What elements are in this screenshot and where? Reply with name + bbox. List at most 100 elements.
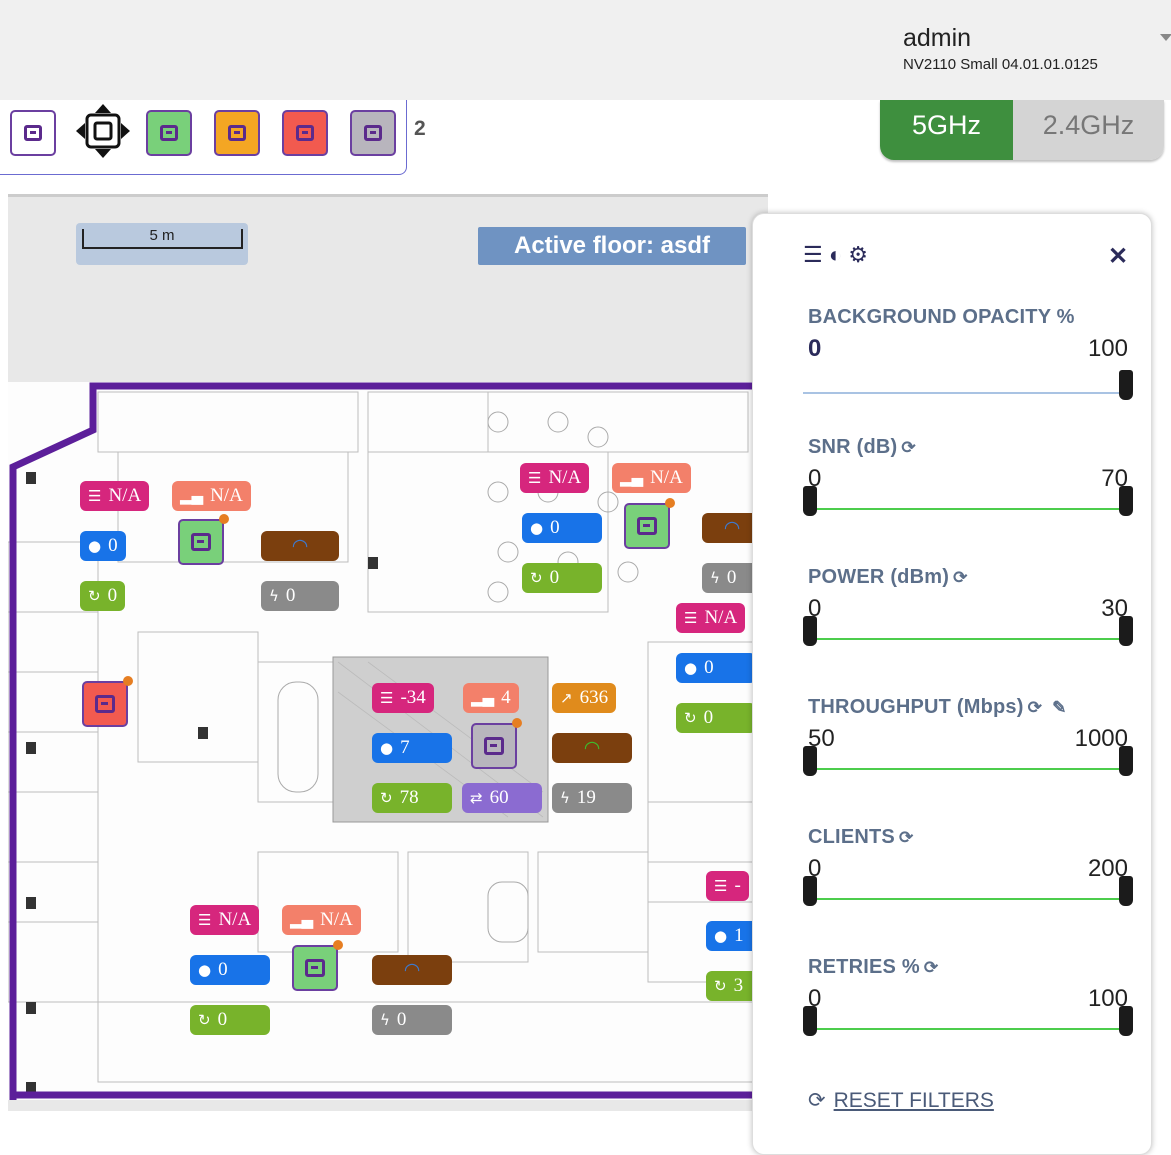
chevron-down-icon[interactable] bbox=[1160, 34, 1171, 41]
retries-badge[interactable]: ↻ 0 bbox=[190, 1005, 270, 1035]
signal-bars-icon: ▂▄ bbox=[471, 689, 495, 707]
filter-title: THROUGHPUT (Mbps) ⟳ ✎ bbox=[808, 696, 1067, 718]
filter-retries: RETRIES % ⟳ 0 100 bbox=[803, 956, 1133, 1036]
rss-icon: ☰ bbox=[528, 469, 542, 487]
refresh-icon[interactable]: ⟳ bbox=[953, 568, 967, 587]
radio-badge[interactable]: ϟ 19 bbox=[552, 783, 632, 813]
clients-badge[interactable]: ● 7 bbox=[372, 733, 452, 763]
slider-handle-max[interactable] bbox=[1119, 746, 1133, 776]
channel-badge[interactable]: ⇄ 60 bbox=[462, 783, 542, 813]
extreme-logo-icon bbox=[191, 533, 211, 551]
rss-icon: ☰ bbox=[88, 487, 102, 505]
slider-handle-max[interactable] bbox=[1119, 616, 1133, 646]
ap-swatch-grey[interactable] bbox=[350, 110, 396, 156]
slider-handle-max[interactable] bbox=[1119, 486, 1133, 516]
clients-badge[interactable]: ● 0 bbox=[522, 513, 602, 543]
power-badge[interactable]: ▂▄ 4 bbox=[463, 683, 519, 713]
ap-swatch-orange[interactable] bbox=[214, 110, 260, 156]
gear-icon[interactable]: ⚙ bbox=[848, 242, 868, 267]
access-point[interactable] bbox=[624, 498, 675, 549]
slider-track[interactable] bbox=[803, 876, 1133, 906]
slider-handle-min[interactable] bbox=[803, 616, 817, 646]
access-point[interactable] bbox=[471, 718, 522, 769]
snr-badge[interactable]: ☰ -34 bbox=[372, 683, 434, 713]
access-point[interactable] bbox=[292, 940, 343, 991]
list-icon[interactable]: ☰ bbox=[803, 242, 823, 267]
slider-track[interactable] bbox=[803, 1006, 1133, 1036]
retries-badge[interactable]: ↻ 0 bbox=[676, 703, 756, 733]
slider-track[interactable] bbox=[803, 486, 1133, 516]
slider-handle-min[interactable] bbox=[803, 746, 817, 776]
reset-filters-link[interactable]: RESET FILTERS bbox=[834, 1089, 994, 1112]
reset-filters[interactable]: ⟳ RESET FILTERS bbox=[808, 1088, 994, 1113]
power-badge[interactable]: ▂▄ N/A bbox=[282, 905, 361, 935]
floor-map[interactable]: 5 m Active floor: asdf ☰ N/A ▂▄ N/A ● 0 … bbox=[8, 194, 768, 1111]
slider-handle-min[interactable] bbox=[803, 876, 817, 906]
slider-track[interactable] bbox=[803, 370, 1133, 400]
refresh-icon[interactable]: ⟳ bbox=[901, 438, 915, 457]
ap-swatch-green[interactable] bbox=[146, 110, 192, 156]
lightning-icon: ϟ bbox=[269, 587, 279, 605]
extreme-logo-icon bbox=[95, 695, 115, 713]
snr-badge[interactable]: ☰ N/A bbox=[190, 905, 260, 935]
slider-track[interactable] bbox=[803, 616, 1133, 646]
retries-badge[interactable]: ↻ 0 bbox=[80, 581, 126, 611]
tab-2-4ghz[interactable]: 2.4GHz bbox=[1013, 100, 1164, 160]
user-name[interactable]: admin bbox=[903, 24, 971, 53]
wifi-badge[interactable]: ◠ bbox=[552, 733, 632, 763]
band-tabs: 5GHz 2.4GHz bbox=[880, 100, 1164, 160]
refresh-icon: ⟳ bbox=[808, 1089, 826, 1112]
wifi-badge[interactable]: ◠ bbox=[261, 531, 339, 561]
tab-5ghz[interactable]: 5GHz bbox=[880, 100, 1013, 160]
contrast-icon[interactable]: ◐ bbox=[829, 242, 842, 267]
lightning-icon: ϟ bbox=[560, 789, 570, 807]
filter-title: CLIENTS ⟳ bbox=[808, 826, 914, 848]
radio-badge[interactable]: ϟ0 bbox=[372, 1005, 452, 1035]
ap-swatch-red[interactable] bbox=[282, 110, 328, 156]
snr-badge[interactable]: ☰ N/A bbox=[676, 603, 746, 633]
refresh-icon[interactable]: ⟳ bbox=[924, 958, 938, 977]
throughput-badge[interactable]: ↗ 636 bbox=[552, 683, 617, 713]
swap-icon: ⇄ bbox=[470, 789, 483, 807]
snr-badge[interactable]: ☰ N/A bbox=[80, 481, 150, 511]
wifi-badge[interactable]: ◠ bbox=[372, 955, 452, 985]
power-badge[interactable]: ▂▄ N/A bbox=[172, 481, 251, 511]
snr-badge[interactable]: ☰ N/A bbox=[520, 463, 590, 493]
radio-badge[interactable]: ϟ0 bbox=[261, 581, 339, 611]
retries-badge[interactable]: ↻ 78 bbox=[372, 783, 452, 813]
slider-handle-min[interactable] bbox=[803, 486, 817, 516]
slider-handle-max[interactable] bbox=[1119, 876, 1133, 906]
filter-min: 0 bbox=[808, 335, 822, 362]
snr-badge[interactable]: ☰ - bbox=[706, 871, 749, 901]
version-label: NV2110 Small 04.01.01.0125 bbox=[903, 56, 1098, 73]
filter-title: RETRIES % ⟳ bbox=[808, 956, 939, 978]
slider-handle-min[interactable] bbox=[803, 1006, 817, 1036]
clients-badge[interactable]: ● 0 bbox=[190, 955, 270, 985]
power-badge[interactable]: ▂▄ N/A bbox=[612, 463, 691, 493]
rss-icon: ☰ bbox=[198, 911, 212, 929]
filter-title: POWER (dBm) ⟳ bbox=[808, 566, 968, 588]
user-icon: ● bbox=[198, 961, 212, 979]
scale-label: 5 m bbox=[149, 227, 175, 244]
slider-handle[interactable] bbox=[1119, 370, 1133, 400]
status-dot bbox=[512, 718, 522, 728]
refresh-icon[interactable]: ⟳ bbox=[1028, 698, 1042, 717]
rss-icon: ☰ bbox=[714, 877, 728, 895]
access-point[interactable] bbox=[178, 514, 229, 565]
access-point[interactable] bbox=[82, 676, 133, 727]
extreme-logo-icon bbox=[637, 517, 657, 535]
ap-swatch-white[interactable] bbox=[10, 110, 56, 156]
rss-icon: ☰ bbox=[684, 609, 698, 627]
slider-handle-max[interactable] bbox=[1119, 1006, 1133, 1036]
retries-badge[interactable]: ↻ 0 bbox=[522, 563, 602, 593]
clients-badge[interactable]: ● 0 bbox=[80, 531, 126, 561]
refresh-icon[interactable]: ⟳ bbox=[899, 828, 913, 847]
wifi-icon: ◠ bbox=[291, 535, 309, 557]
signal-bars-icon: ▂▄ bbox=[620, 469, 644, 487]
move-icon[interactable] bbox=[76, 104, 130, 158]
edit-icon[interactable]: ✎ bbox=[1052, 698, 1066, 717]
slider-track[interactable] bbox=[803, 746, 1133, 776]
filter-throughput: THROUGHPUT (Mbps) ⟳ ✎ 50 1000 bbox=[803, 696, 1133, 776]
close-icon[interactable]: ✕ bbox=[1108, 242, 1128, 271]
clients-badge[interactable]: ● 0 bbox=[676, 653, 756, 683]
